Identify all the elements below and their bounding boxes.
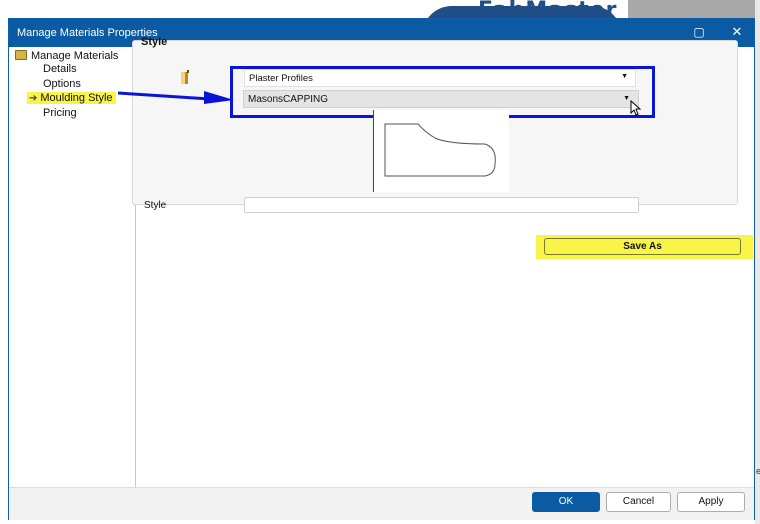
maximize-button[interactable]: ▢ (687, 22, 711, 42)
profile-shape (384, 123, 496, 177)
folder-icon (15, 50, 27, 61)
profile-preview (373, 110, 509, 192)
tree-root-manage-materials[interactable]: Manage Materials (15, 50, 118, 62)
tree-item-details[interactable]: Details (43, 63, 77, 75)
background-edge (755, 0, 760, 524)
close-button[interactable]: ✕ (725, 22, 749, 42)
tree-item-moulding-style[interactable]: ➔ Moulding Style (27, 92, 116, 104)
tree-item-options[interactable]: Options (43, 78, 81, 90)
style-group-title: Style (141, 36, 168, 48)
background-logo: FabMaster (418, 0, 628, 18)
ok-button[interactable]: OK (532, 492, 600, 512)
tree-item-pricing[interactable]: Pricing (43, 107, 77, 119)
style-name-input[interactable] (244, 197, 639, 213)
navigation-tree: Manage Materials Details Options ➔ Mouldi… (9, 47, 136, 488)
cancel-button[interactable]: Cancel (606, 492, 671, 512)
mouse-cursor-icon (630, 100, 642, 116)
annotation-arrow-icon (118, 91, 234, 104)
background-panel (628, 0, 755, 18)
save-as-button[interactable]: Save As (544, 238, 741, 255)
paint-brush-icon (181, 70, 189, 84)
background-text: e (756, 466, 760, 476)
dialog-title: Manage Materials Properties (17, 27, 158, 39)
selected-arrow-icon: ➔ (29, 93, 38, 104)
style-field-label: Style (144, 200, 167, 211)
preview-divider (373, 110, 374, 192)
apply-button[interactable]: Apply (677, 492, 745, 512)
